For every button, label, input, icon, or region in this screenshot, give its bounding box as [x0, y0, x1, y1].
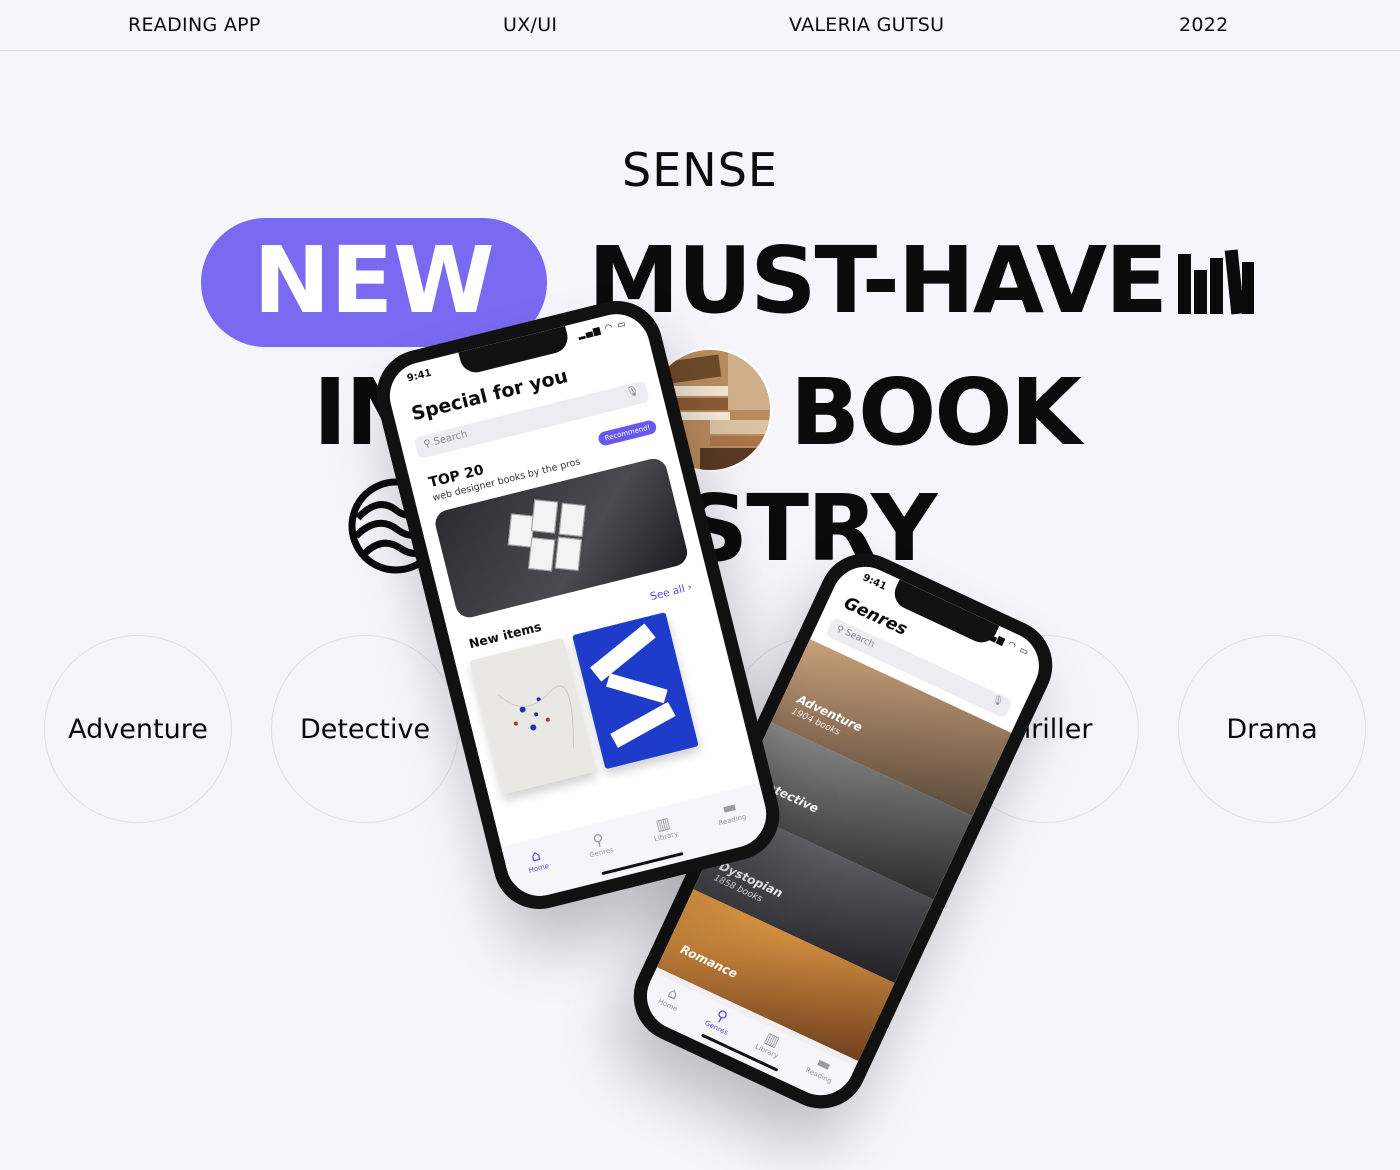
new-pill-label: NEW — [253, 227, 495, 334]
hero-line-must-have: MUST-HAVE — [588, 227, 1168, 334]
tab-genres-label: Genres — [588, 845, 615, 860]
tab-home[interactable]: ⌂ Home — [523, 844, 555, 898]
author-label: VALERIA GUTSU — [789, 14, 945, 36]
home-search-placeholder: Search — [432, 428, 469, 448]
phone-notch — [889, 579, 1000, 648]
see-all-label: See all — [649, 582, 687, 604]
hero-line-book: BOOK — [790, 359, 1082, 466]
see-all-link[interactable]: See all › — [649, 581, 693, 603]
status-time: 9:41 — [860, 572, 889, 593]
chip-adventure[interactable]: Adventure — [44, 635, 232, 823]
signal-wifi-battery-icon: ▂▄▆ ◠ ▭ — [576, 319, 628, 341]
tab-home-label: Home — [527, 861, 550, 875]
tab-home[interactable]: ⌂ Home — [650, 981, 686, 1028]
chip-drama[interactable]: Drama — [1178, 635, 1366, 823]
discipline-label: UX/UI — [503, 14, 558, 36]
year-label: 2022 — [1179, 14, 1229, 36]
chip-detective[interactable]: Detective — [271, 635, 459, 823]
tab-reading[interactable]: ▬ Reading — [713, 795, 753, 850]
tab-reading[interactable]: ▬ Reading — [797, 1050, 841, 1100]
microphone-icon[interactable]: 🎙 — [990, 694, 1005, 708]
top-bar: READING APP UX/UI VALERIA GUTSU 2022 — [0, 0, 1400, 51]
status-time: 9:41 — [405, 367, 433, 385]
hero-kicker: SENSE — [622, 143, 778, 197]
microphone-icon[interactable]: 🎙 — [625, 385, 640, 399]
book-cover-typography[interactable] — [572, 612, 699, 770]
chevron-right-icon: › — [686, 581, 694, 594]
genres-search-placeholder: Search — [843, 627, 876, 651]
genre-name: Romance — [678, 942, 740, 981]
recommend-badge: Recommend! — [597, 419, 658, 447]
book-cover-map[interactable] — [469, 637, 596, 795]
tab-reading-label: Reading — [717, 812, 748, 828]
bookshelf-icon — [1176, 248, 1256, 316]
project-label: READING APP — [128, 14, 261, 36]
